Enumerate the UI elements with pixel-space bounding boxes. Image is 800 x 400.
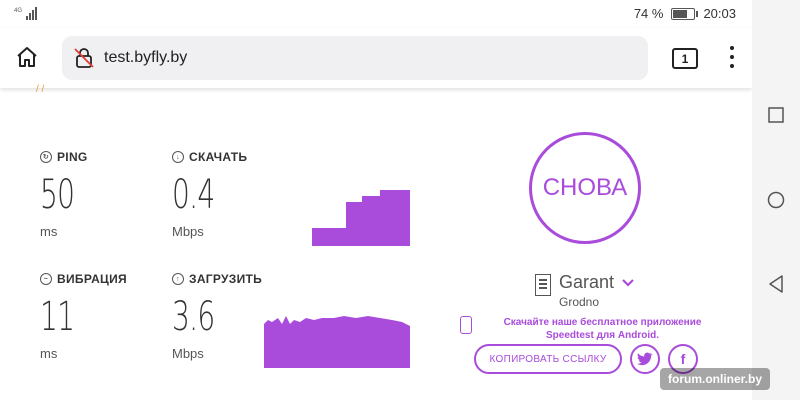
watermark: forum.onliner.by (660, 368, 771, 390)
ping-label: PING (57, 150, 88, 164)
home-nav-icon[interactable] (766, 190, 786, 210)
facebook-icon: f (680, 351, 686, 367)
again-button[interactable]: СНОВА (529, 132, 641, 244)
ping-unit: ms (40, 224, 58, 239)
twitter-button[interactable] (630, 344, 660, 374)
url-text: test.byfly.by (104, 49, 188, 66)
phone-icon (460, 316, 472, 334)
jitter-label: ВИБРАЦИЯ (57, 272, 127, 286)
upload-value: 3.6 (172, 294, 215, 340)
download-metric: ↓ СКАЧАТЬ 0.4 Mbps (172, 150, 292, 239)
twitter-icon (637, 352, 653, 366)
app-promo[interactable]: Скачайте наше бесплатное приложение Spee… (460, 316, 725, 342)
jitter-metric: ~ ВИБРАЦИЯ 11 ms (40, 272, 160, 361)
chevron-down-icon[interactable] (622, 278, 634, 287)
status-bar: 4G 74 % 20:03 (0, 0, 752, 28)
home-button[interactable] (12, 42, 42, 72)
back-icon[interactable] (766, 274, 786, 294)
jitter-value: 11 (40, 294, 75, 340)
browser-toolbar: test.byfly.by 1 (0, 28, 752, 88)
server-city: Grodno (559, 295, 600, 309)
signal-icon: 4G (14, 7, 37, 20)
server-selector[interactable]: Garant Grodno (535, 272, 634, 309)
battery-percent: 74 % (633, 6, 664, 21)
download-unit: Mbps (172, 224, 204, 239)
clock: 20:03 (703, 6, 736, 21)
download-value: 0.4 (172, 172, 215, 218)
download-icon: ↓ (172, 151, 184, 163)
download-label: СКАЧАТЬ (189, 150, 248, 164)
address-bar[interactable]: test.byfly.by (62, 36, 648, 80)
ping-icon: ↻ (40, 151, 52, 163)
network-label: 4G (14, 8, 22, 14)
battery-icon (671, 7, 699, 20)
upload-graph (264, 316, 410, 368)
ping-metric: ↻ PING 50 ms (40, 150, 160, 239)
server-name: Garant (559, 272, 615, 292)
more-vert-icon[interactable] (724, 44, 740, 70)
jitter-unit: ms (40, 346, 58, 361)
home-icon (17, 47, 37, 67)
lock-icon[interactable] (72, 46, 96, 70)
upload-label: ЗАГРУЗИТЬ (189, 272, 263, 286)
recents-icon[interactable] (766, 105, 786, 125)
ping-value: 50 (40, 172, 75, 218)
upload-icon: ↑ (172, 273, 184, 285)
partial-text: / / (36, 84, 45, 95)
tab-switcher-button[interactable]: 1 (672, 48, 698, 69)
copy-link-button[interactable]: КОПИРОВАТЬ ССЫЛКУ (474, 344, 622, 374)
server-icon (535, 274, 551, 296)
download-graph (312, 190, 410, 246)
promo-text[interactable]: Скачайте наше бесплатное приложение Spee… (480, 316, 725, 342)
download-graph-area (312, 190, 410, 246)
system-nav-bar (752, 0, 800, 400)
upload-graph-area (264, 316, 410, 368)
jitter-icon: ~ (40, 273, 52, 285)
